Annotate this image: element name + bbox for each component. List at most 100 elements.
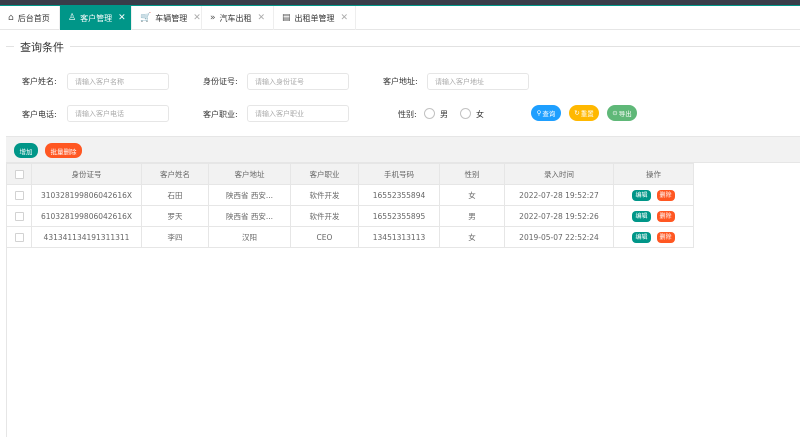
query-fieldset: 查询条件 xyxy=(6,39,800,136)
column-header[interactable]: 客户职业 xyxy=(290,163,359,185)
gender-female-label: 女 xyxy=(476,110,484,119)
phone-cell: 13451313113 xyxy=(358,226,440,248)
close-icon[interactable]: ✕ xyxy=(118,13,126,23)
gender-male-radio[interactable] xyxy=(424,108,435,119)
table-header-row: 身份证号 客户姓名 客户地址 客户职业 手机号码 性别 录入时间 操作 xyxy=(6,163,694,185)
row-checkbox[interactable] xyxy=(14,190,24,200)
add-button[interactable]: 增加 xyxy=(14,143,38,158)
address-label: 客户地址: xyxy=(383,77,418,86)
phone-cell: 16552355894 xyxy=(358,184,440,206)
export-button-label: 导出 xyxy=(618,110,632,118)
row-select-cell[interactable] xyxy=(6,205,32,227)
actions-cell: 编辑 删除 xyxy=(613,226,694,248)
tab-rental-label: 汽车出租 xyxy=(219,13,252,23)
document-icon: ▤ xyxy=(282,13,291,23)
idcard-input[interactable] xyxy=(247,73,349,90)
column-header[interactable]: 客户姓名 xyxy=(141,163,209,185)
customer-phone-label: 客户电话: xyxy=(22,110,57,119)
customer-phone-input[interactable] xyxy=(67,105,169,122)
select-all-cell[interactable] xyxy=(6,163,32,185)
customer-name-input[interactable] xyxy=(67,73,169,90)
user-icon: ♙ xyxy=(68,13,77,23)
address-cell: 汉阳 xyxy=(208,226,291,248)
batch-delete-button-label: 批量删除 xyxy=(50,147,77,156)
idcard-cell: 310328199806042616X xyxy=(31,184,142,206)
gender-cell: 男 xyxy=(439,205,505,227)
customer-table: 身份证号 客户姓名 客户地址 客户职业 手机号码 性别 录入时间 操作 3103… xyxy=(6,163,694,248)
job-cell: CEO xyxy=(290,226,359,248)
tab-vehicle-label: 车辆管理 xyxy=(155,13,188,23)
edit-button[interactable]: 编辑 xyxy=(632,189,651,201)
refresh-icon: ↻ xyxy=(574,109,580,117)
select-all-checkbox[interactable] xyxy=(14,169,24,179)
batch-delete-button[interactable]: 批量删除 xyxy=(45,143,82,158)
export-button[interactable]: ⊙ 导出 xyxy=(607,105,637,121)
table-toolbar: 增加 批量删除 xyxy=(6,136,800,162)
delete-button[interactable]: 删除 xyxy=(656,210,675,222)
column-header[interactable]: 性别 xyxy=(439,163,505,185)
row-checkbox[interactable] xyxy=(14,211,24,221)
search-icon: ⚲ xyxy=(536,109,542,117)
tab-home-label: 后台首页 xyxy=(17,13,50,23)
idcard-cell: 431341134191311311 xyxy=(31,226,142,248)
close-icon[interactable]: ✕ xyxy=(193,13,201,23)
delete-button[interactable]: 删除 xyxy=(656,231,675,243)
customer-job-input[interactable] xyxy=(247,105,349,122)
gender-male-label: 男 xyxy=(440,110,448,119)
row-select-cell[interactable] xyxy=(6,184,32,206)
address-input[interactable] xyxy=(427,73,529,90)
phone-cell: 16552355895 xyxy=(358,205,440,227)
delete-button[interactable]: 删除 xyxy=(656,189,675,201)
export-icon: ⊙ xyxy=(612,109,618,117)
tab-car-rental[interactable]: » 汽车出租 ✕ xyxy=(202,6,274,30)
row-checkbox[interactable] xyxy=(14,232,24,242)
cart-icon: 🛒 xyxy=(140,13,152,23)
tab-vehicle-management[interactable]: 🛒 车辆管理 ✕ xyxy=(132,6,202,30)
search-button[interactable]: ⚲ 查询 xyxy=(531,105,561,121)
name-cell: 罗天 xyxy=(141,205,209,227)
edit-button[interactable]: 编辑 xyxy=(632,210,651,222)
job-cell: 软件开发 xyxy=(290,205,359,227)
column-header: 操作 xyxy=(613,163,694,185)
customer-name-label: 客户姓名: xyxy=(22,77,57,86)
add-button-label: 增加 xyxy=(19,147,33,156)
column-header[interactable]: 手机号码 xyxy=(358,163,440,185)
actions-cell: 编辑 删除 xyxy=(613,184,694,206)
tab-customer-management[interactable]: ♙ 客户管理 ✕ xyxy=(60,6,132,30)
row-select-cell[interactable] xyxy=(6,226,32,248)
name-cell: 李四 xyxy=(141,226,209,248)
idcard-label: 身份证号: xyxy=(203,77,238,86)
customer-job-label: 客户职业: xyxy=(203,110,238,119)
column-header[interactable]: 身份证号 xyxy=(31,163,142,185)
column-header[interactable]: 录入时间 xyxy=(504,163,614,185)
table-row: 431341134191311311 李四 汉阳 CEO 13451313113… xyxy=(6,226,694,248)
gender-cell: 女 xyxy=(439,184,505,206)
time-cell: 2022-07-28 19:52:27 xyxy=(504,184,614,206)
query-legend: 查询条件 xyxy=(14,39,70,55)
search-button-label: 查询 xyxy=(542,110,556,118)
name-cell: 石田 xyxy=(141,184,209,206)
tab-rental-order-label: 出租单管理 xyxy=(294,13,335,23)
double-chevron-icon: » xyxy=(210,13,216,23)
idcard-cell: 610328199806042616X xyxy=(31,205,142,227)
address-cell: 陕西省 西安... xyxy=(208,205,291,227)
close-icon[interactable]: ✕ xyxy=(258,13,266,23)
gender-female-radio[interactable] xyxy=(460,108,471,119)
close-icon[interactable]: ✕ xyxy=(341,13,349,23)
gender-label: 性别: xyxy=(398,110,417,119)
address-cell: 陕西省 西安... xyxy=(208,184,291,206)
actions-cell: 编辑 删除 xyxy=(613,205,694,227)
time-cell: 2022-07-28 19:52:26 xyxy=(504,205,614,227)
edit-button[interactable]: 编辑 xyxy=(632,231,651,243)
reset-button[interactable]: ↻ 重置 xyxy=(569,105,599,121)
time-cell: 2019-05-07 22:52:24 xyxy=(504,226,614,248)
tab-customer-label: 客户管理 xyxy=(80,13,113,23)
tab-bar: ⌂ 后台首页 ♙ 客户管理 ✕ 🛒 车辆管理 ✕ » 汽车出租 ✕ ▤ 出租单管… xyxy=(0,6,800,30)
tab-rental-order-management[interactable]: ▤ 出租单管理 ✕ xyxy=(274,6,356,30)
job-cell: 软件开发 xyxy=(290,184,359,206)
home-icon: ⌂ xyxy=(8,13,14,23)
reset-button-label: 重置 xyxy=(580,110,594,118)
column-header[interactable]: 客户地址 xyxy=(208,163,291,185)
tab-home[interactable]: ⌂ 后台首页 xyxy=(0,6,60,30)
table-row: 610328199806042616X 罗天 陕西省 西安... 软件开发 16… xyxy=(6,205,694,227)
